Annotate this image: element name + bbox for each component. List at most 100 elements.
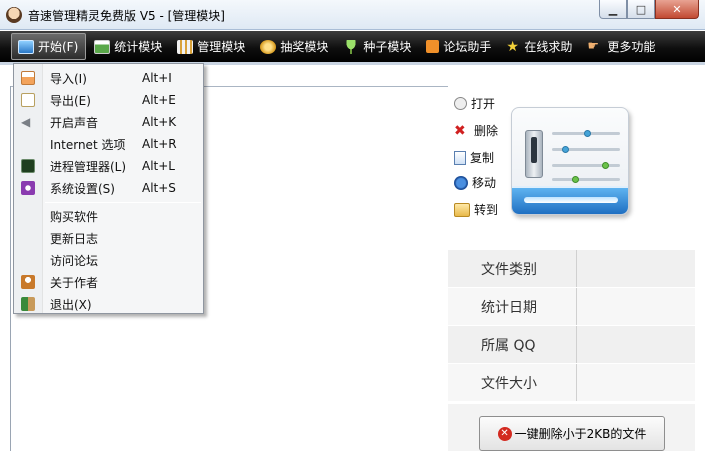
menu-item-process-manager[interactable]: 进程管理器(L) Alt+L (14, 155, 203, 177)
action-label: 复制 (470, 151, 495, 165)
chart-window-icon (94, 39, 111, 54)
slider-knob (584, 130, 591, 137)
slider-knob (572, 176, 579, 183)
export-icon (21, 93, 35, 107)
property-label: 文件大小 (448, 364, 577, 401)
menu-item-label: 进程管理器(L) (50, 159, 127, 174)
toolbar-manage[interactable]: 管理模块 (171, 33, 252, 60)
toolbar-label: 在线求助 (524, 40, 573, 54)
menu-item-label: 购买软件 (50, 209, 99, 224)
property-row-file-size: 文件大小 (448, 364, 695, 402)
toolbar-label: 抽奖模块 (280, 40, 329, 54)
menu-item-buy[interactable]: 购买软件 (14, 205, 203, 227)
speaker-icon: ◀ (21, 115, 31, 129)
menu-item-changelog[interactable]: 更新日志 (14, 227, 203, 249)
toolbar-online-help[interactable]: ★ 在线求助 (500, 33, 579, 60)
import-icon (21, 71, 35, 85)
copy-action[interactable]: 复制 (454, 149, 494, 166)
property-label: 统计日期 (448, 288, 577, 325)
menu-item-visit-forum[interactable]: 访问论坛 (14, 249, 203, 271)
task-manager-icon (21, 159, 35, 173)
menu-item-label: Internet 选项 (50, 137, 126, 152)
move-icon (454, 175, 468, 190)
toolbar-label: 种子模块 (363, 40, 412, 54)
toolbar-lottery[interactable]: 抽奖模块 (254, 33, 335, 60)
menu-item-shortcut: Alt+R (142, 137, 177, 151)
toolbar-start-menu[interactable]: 开始(F) (11, 33, 87, 60)
action-label: 打开 (471, 97, 496, 111)
delete-small-files-button[interactable]: ✕ 一键删除小于2KB的文件 (479, 416, 665, 451)
toolbar-label: 管理模块 (197, 40, 246, 54)
exit-icon (21, 297, 35, 311)
property-value (577, 326, 695, 363)
main-toolbar: 开始(F) 统计模块 管理模块 抽奖模块 种子模块 论坛助手 ★ 在线求助 ☛ … (0, 31, 705, 62)
monitor-icon (18, 39, 34, 54)
move-action[interactable]: 移动 (454, 174, 496, 191)
property-value (577, 364, 695, 401)
toolbar-label: 论坛助手 (443, 40, 492, 54)
menu-item-label: 退出(X) (50, 297, 92, 312)
slider-track (552, 146, 620, 153)
menu-item-system-settings[interactable]: 系统设置(S) Alt+S (14, 177, 203, 199)
menu-separator (45, 202, 201, 203)
property-row-stat-date: 统计日期 (448, 288, 695, 326)
slider-track (552, 176, 620, 183)
menu-item-internet-options[interactable]: Internet 选项 Alt+R (14, 133, 203, 155)
slider-track (552, 162, 620, 169)
toolbar-label: 更多功能 (607, 40, 656, 54)
toolbar-statistics[interactable]: 统计模块 (88, 33, 169, 60)
property-row-owner-qq: 所属 QQ (448, 326, 695, 364)
minimize-icon: ▁ (608, 2, 618, 16)
window-title: 音速管理精灵免费版 V5 - [管理模块] (28, 9, 225, 23)
hand-pointer-icon: ☛ (587, 38, 600, 54)
menu-item-shortcut: Alt+S (142, 181, 176, 195)
toolbar-label: 统计模块 (114, 40, 163, 54)
open-action[interactable]: 打开 (454, 95, 495, 112)
menu-item-label: 开启声音 (50, 115, 99, 130)
property-label: 所属 QQ (448, 326, 577, 363)
star-icon: ★ (506, 38, 519, 55)
property-value (577, 250, 695, 287)
menu-item-about-author[interactable]: 关于作者 (14, 271, 203, 293)
property-value (577, 288, 695, 325)
menu-item-label: 更新日志 (50, 231, 99, 246)
menu-item-sound[interactable]: ◀ 开启声音 Alt+K (14, 111, 203, 133)
menu-item-shortcut: Alt+E (142, 93, 176, 107)
menu-item-label: 关于作者 (50, 275, 99, 290)
menu-item-label: 系统设置(S) (50, 181, 115, 196)
action-label: 移动 (472, 176, 497, 190)
property-row-file-type: 文件类别 (448, 250, 695, 288)
delete-x-icon: ✖ (454, 122, 466, 139)
menu-item-shortcut: Alt+I (142, 71, 172, 85)
author-icon (21, 275, 35, 289)
menu-item-label: 导入(I) (50, 71, 87, 86)
menu-item-shortcut: Alt+K (142, 115, 177, 129)
close-button[interactable]: ✕ (655, 0, 699, 19)
delete-action[interactable]: ✖ 删除 (454, 122, 498, 139)
maximize-button[interactable]: □ (627, 0, 655, 19)
action-label: 删除 (474, 124, 499, 138)
toolbar-more[interactable]: ☛ 更多功能 (581, 33, 662, 60)
toolbar-seed[interactable]: 种子模块 (337, 33, 418, 60)
menu-item-exit[interactable]: 退出(X) (14, 293, 203, 315)
title-bar: 音速管理精灵免费版 V5 - [管理模块] ▁ □ ✕ (0, 0, 705, 30)
slider-track (552, 130, 620, 137)
file-properties-table: 文件类别 统计日期 所属 QQ 文件大小 (448, 250, 695, 402)
menu-item-export[interactable]: 导出(E) Alt+E (14, 89, 203, 111)
action-label: 转到 (474, 203, 499, 217)
goto-action[interactable]: 转到 (454, 201, 498, 218)
mixer-settings-graphic (511, 107, 629, 215)
settings-icon (21, 181, 35, 195)
toggle-switch-graphic (525, 130, 543, 178)
window-controls: ▁ □ ✕ (599, 0, 699, 20)
close-icon: ✕ (672, 2, 682, 16)
toolbar-forum-helper[interactable]: 论坛助手 (420, 33, 498, 60)
start-dropdown-menu: 导入(I) Alt+I 导出(E) Alt+E ◀ 开启声音 Alt+K Int… (13, 63, 204, 314)
toolbar-label: 开始(F) (38, 40, 79, 54)
minimize-button[interactable]: ▁ (599, 0, 627, 19)
menu-item-label: 导出(E) (50, 93, 91, 108)
menu-item-import[interactable]: 导入(I) Alt+I (14, 67, 203, 89)
prize-icon (260, 39, 277, 54)
folder-icon (454, 202, 470, 217)
property-label: 文件类别 (448, 250, 577, 287)
